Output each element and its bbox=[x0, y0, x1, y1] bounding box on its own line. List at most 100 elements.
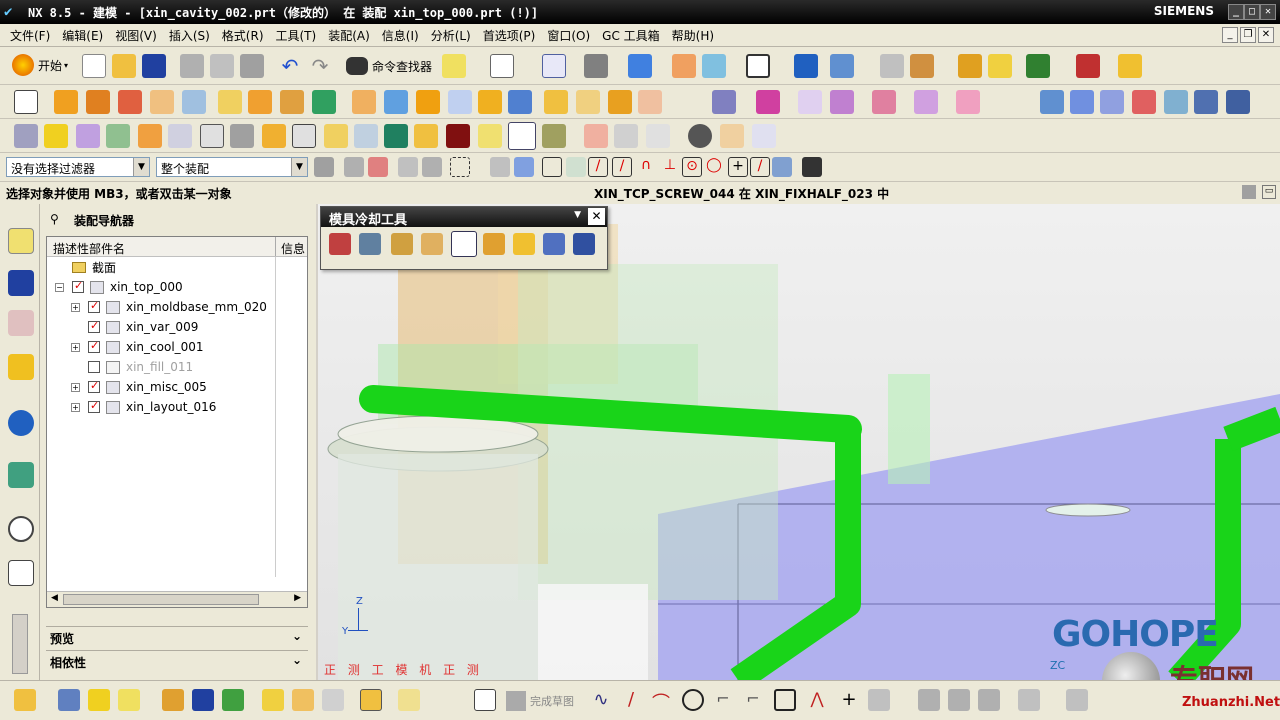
tree-row[interactable]: + xin_misc_005 bbox=[71, 377, 207, 397]
edge-blend-icon[interactable] bbox=[508, 90, 532, 114]
doc-minimize-button[interactable]: _ bbox=[1222, 27, 1238, 43]
chamfer-small-icon[interactable]: ⌐ bbox=[742, 689, 764, 711]
pattern-face-icon[interactable] bbox=[914, 90, 938, 114]
graphics-viewport[interactable]: Z Y 正 测 工 模 机 正 测 ZC GOHOPE 专职网 bbox=[318, 204, 1280, 680]
sketch-icon[interactable] bbox=[14, 90, 38, 114]
menu-item-10[interactable]: 窗口(O) bbox=[547, 27, 590, 44]
analysis-icon[interactable] bbox=[910, 54, 934, 78]
electrode-icon[interactable] bbox=[542, 124, 566, 148]
menu-item-8[interactable]: 分析(L) bbox=[431, 27, 471, 44]
hole-icon[interactable] bbox=[118, 90, 142, 114]
shrink-icon[interactable] bbox=[76, 124, 100, 148]
tree-row[interactable]: xin_fill_011 bbox=[71, 357, 193, 377]
subinsert-icon[interactable] bbox=[384, 124, 408, 148]
expand-toggle-icon[interactable]: − bbox=[55, 282, 64, 292]
tree-row[interactable]: xin_var_009 bbox=[71, 317, 198, 337]
mold-tools-icon[interactable] bbox=[200, 124, 224, 148]
arc-icon[interactable]: ⌒ bbox=[650, 689, 672, 714]
maximize-button[interactable]: □ bbox=[1244, 4, 1260, 20]
selection-icon[interactable] bbox=[490, 54, 514, 78]
move-component-icon[interactable] bbox=[162, 689, 184, 711]
menu-item-7[interactable]: 信息(I) bbox=[382, 27, 419, 44]
offset-region-icon[interactable] bbox=[872, 90, 896, 114]
tree-row[interactable]: − xin_top_000 bbox=[55, 277, 183, 297]
component-select-icon[interactable] bbox=[368, 157, 388, 177]
exploded-view-icon[interactable] bbox=[262, 689, 284, 711]
status-icon[interactable] bbox=[1242, 185, 1256, 199]
doc-restore-button[interactable]: ❐ bbox=[1240, 27, 1256, 43]
column-header-name[interactable]: 描述性部件名 bbox=[53, 240, 125, 257]
cooling-fitting-icon[interactable] bbox=[513, 233, 535, 255]
mold-hole-icon[interactable] bbox=[752, 124, 776, 148]
swept-icon[interactable] bbox=[1100, 90, 1124, 114]
visibility-checkbox[interactable] bbox=[88, 399, 100, 413]
menu-item-2[interactable]: 视图(V) bbox=[115, 27, 157, 44]
cooling-pattern-icon[interactable] bbox=[359, 233, 381, 255]
split-body-icon[interactable] bbox=[384, 90, 408, 114]
pocket-icon[interactable] bbox=[182, 90, 206, 114]
tree-row[interactable]: + xin_cool_001 bbox=[71, 337, 204, 357]
constraint-navigator-tab-icon[interactable] bbox=[8, 270, 34, 296]
menu-item-11[interactable]: GC 工具箱 bbox=[602, 27, 660, 44]
mesh-surface-icon[interactable] bbox=[1070, 90, 1094, 114]
touch-mode-icon[interactable] bbox=[442, 54, 466, 78]
column-header-info[interactable]: 信息 bbox=[281, 240, 305, 257]
menu-item-1[interactable]: 编辑(E) bbox=[62, 27, 103, 44]
family-mold-icon[interactable] bbox=[168, 124, 192, 148]
type-filter-select[interactable]: 没有选择过滤器 ▼ bbox=[6, 157, 150, 177]
redo-icon[interactable]: ↷ bbox=[308, 54, 332, 78]
face-select-icon[interactable] bbox=[490, 157, 510, 177]
copy-icon[interactable] bbox=[210, 54, 234, 78]
tree-row[interactable]: + xin_layout_016 bbox=[71, 397, 216, 417]
feature-select-icon[interactable] bbox=[398, 157, 418, 177]
gate-icon[interactable] bbox=[414, 124, 438, 148]
resource-bar-scroll[interactable] bbox=[12, 614, 28, 674]
tree-row[interactable]: 截面 bbox=[55, 257, 116, 277]
assembly-navigator-tab-icon[interactable] bbox=[8, 228, 34, 254]
part-navigator-tab-icon[interactable] bbox=[8, 310, 34, 336]
select-icon[interactable] bbox=[344, 157, 364, 177]
undo-icon[interactable]: ↶ bbox=[278, 54, 302, 78]
runner-icon[interactable] bbox=[446, 124, 470, 148]
offset-face-icon[interactable] bbox=[416, 90, 440, 114]
web-browser-tab-icon[interactable] bbox=[8, 462, 34, 488]
fillet-icon[interactable]: ⌐ bbox=[712, 689, 734, 711]
quick-trim-icon[interactable] bbox=[918, 689, 940, 711]
channel-design-icon[interactable] bbox=[391, 233, 413, 255]
mirror-icon[interactable] bbox=[608, 90, 632, 114]
view-manager-icon[interactable] bbox=[688, 124, 712, 148]
thicken-icon[interactable] bbox=[1226, 90, 1250, 114]
menu-item-6[interactable]: 装配(A) bbox=[328, 27, 370, 44]
chamfer-icon[interactable] bbox=[544, 90, 568, 114]
extension-icon[interactable] bbox=[1194, 90, 1218, 114]
standard-part-icon[interactable] bbox=[292, 124, 316, 148]
mold-init-icon[interactable] bbox=[14, 124, 38, 148]
delete-face-icon[interactable] bbox=[798, 90, 822, 114]
render-style-icon[interactable] bbox=[584, 54, 608, 78]
resize-face-icon[interactable] bbox=[830, 90, 854, 114]
ejector-icon[interactable] bbox=[324, 124, 348, 148]
pocket-mold-icon[interactable] bbox=[614, 124, 638, 148]
profile-icon[interactable]: ∿ bbox=[590, 689, 612, 711]
check-clearance-icon[interactable] bbox=[360, 689, 382, 711]
shell-icon[interactable] bbox=[448, 90, 472, 114]
parting-icon[interactable] bbox=[230, 124, 254, 148]
tree-row[interactable]: + xin_moldbase_mm_020 bbox=[71, 297, 267, 317]
visibility-checkbox[interactable] bbox=[88, 299, 100, 313]
scroll-left-icon[interactable]: ◀ bbox=[51, 593, 58, 603]
make-corner-icon[interactable] bbox=[978, 689, 1000, 711]
save-icon[interactable] bbox=[142, 54, 166, 78]
wcs-icon[interactable] bbox=[794, 54, 818, 78]
background-icon[interactable] bbox=[702, 54, 726, 78]
layout-icon[interactable] bbox=[138, 124, 162, 148]
channel-path-icon[interactable] bbox=[421, 233, 443, 255]
menu-item-9[interactable]: 首选项(P) bbox=[483, 27, 536, 44]
arc-center-icon[interactable]: ⊙ bbox=[682, 157, 702, 177]
paste-icon[interactable] bbox=[240, 54, 264, 78]
visibility-checkbox[interactable] bbox=[88, 379, 100, 393]
datum-plane-icon[interactable] bbox=[218, 90, 242, 114]
start-button[interactable]: 开始 ▾ bbox=[12, 54, 68, 76]
scroll-thumb[interactable] bbox=[63, 594, 259, 605]
mold-drawing-icon[interactable] bbox=[720, 124, 744, 148]
sew-icon[interactable] bbox=[1132, 90, 1156, 114]
